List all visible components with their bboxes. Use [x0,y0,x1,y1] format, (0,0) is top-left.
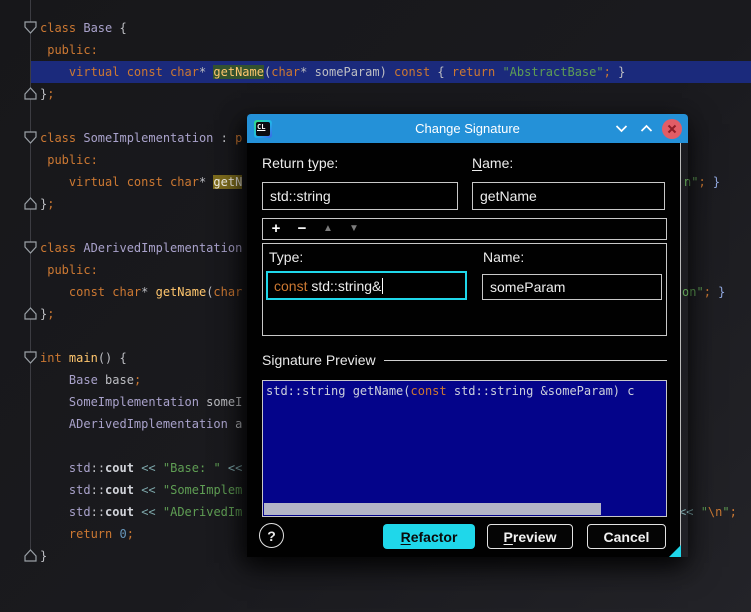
code-line: int main() { [40,347,127,369]
resize-grip[interactable] [669,545,681,557]
code-line: class Base { [40,17,127,39]
fold-open-icon[interactable] [24,131,37,144]
shade-window-button[interactable] [612,120,630,138]
code-line: SomeImplementation someI [40,391,242,413]
signature-preview-label: Signature Preview [262,352,376,368]
move-parameter-up-button[interactable]: ▲ [315,219,341,239]
preview-horizontal-scrollbar[interactable] [264,503,665,515]
code-fragment: n"; } [684,171,720,193]
unshade-window-button[interactable] [637,120,655,138]
code-line: } [40,545,47,567]
code-fragment: on"; } [682,281,725,303]
code-line: virtual const char* getName(char* somePa… [40,61,625,83]
code-line: public: [40,39,98,61]
fold-close-icon[interactable] [24,307,37,320]
fold-gutter-line [30,0,31,560]
close-icon [667,124,677,134]
parameter-group: Type: Name: const std::string& [262,243,667,336]
code-line: std::cout << "Base: " << [40,457,242,479]
code-line: }; [40,193,54,215]
change-signature-dialog: CL Change Signature Return type: Name: [247,114,688,557]
code-line: class SomeImplementation : p [40,127,242,149]
code-line: return 0; [40,523,134,545]
fold-open-icon[interactable] [24,351,37,364]
code-line: const char* getName(char [40,281,242,303]
cancel-button[interactable]: Cancel [587,524,666,549]
param-name-input[interactable] [482,274,662,300]
remove-parameter-button[interactable]: − [289,219,315,239]
param-type-input[interactable]: const std::string& [266,271,467,300]
code-line: virtual const char* getN [40,171,242,193]
code-line: std::cout << "SomeImplem [40,479,242,501]
code-line: }; [40,303,54,325]
function-name-label: Name: [472,155,513,171]
code-line: std::cout << "ADerivedIm [40,501,242,523]
text-caret [382,278,383,294]
function-name-input[interactable] [472,182,665,210]
preview-button[interactable]: Preview [487,524,573,549]
fold-close-icon[interactable] [24,549,37,562]
code-line: class ADerivedImplementation [40,237,242,259]
header-rule [384,360,667,361]
chevron-down-icon [615,124,628,133]
move-parameter-down-button[interactable]: ▼ [341,219,367,239]
help-button[interactable]: ? [259,523,284,548]
ide-screen: class Base { public: virtual const char*… [0,0,751,612]
add-parameter-button[interactable]: + [263,219,289,239]
param-name-label: Name: [483,249,524,265]
fold-open-icon[interactable] [24,241,37,254]
code-line: public: [40,259,98,281]
param-type-label: Type: [269,249,303,265]
signature-preview-code: std::string getName(const std::string &s… [266,383,634,400]
return-type-label: Return type: [262,155,338,171]
dialog-body: Return type: Name: + − ▲ ▼ Type: Name: c… [247,143,681,557]
code-line: }; [40,83,54,105]
signature-preview-pane: std::string getName(const std::string &s… [262,380,667,517]
chevron-up-icon [640,124,653,133]
fold-open-icon[interactable] [24,21,37,34]
code-line: public: [40,149,98,171]
scrollbar-thumb[interactable] [264,503,601,515]
window-controls [612,114,682,143]
return-type-input[interactable] [262,182,458,210]
signature-preview-header: Signature Preview [262,352,667,368]
fold-close-icon[interactable] [24,197,37,210]
refactor-button[interactable]: Refactor [383,524,475,549]
fold-close-icon[interactable] [24,87,37,100]
code-line: ADerivedImplementation a [40,413,242,435]
close-window-button[interactable] [662,119,682,139]
parameter-toolbar: + − ▲ ▼ [262,218,667,240]
dialog-titlebar[interactable]: CL Change Signature [247,114,688,143]
code-line: Base base; [40,369,141,391]
